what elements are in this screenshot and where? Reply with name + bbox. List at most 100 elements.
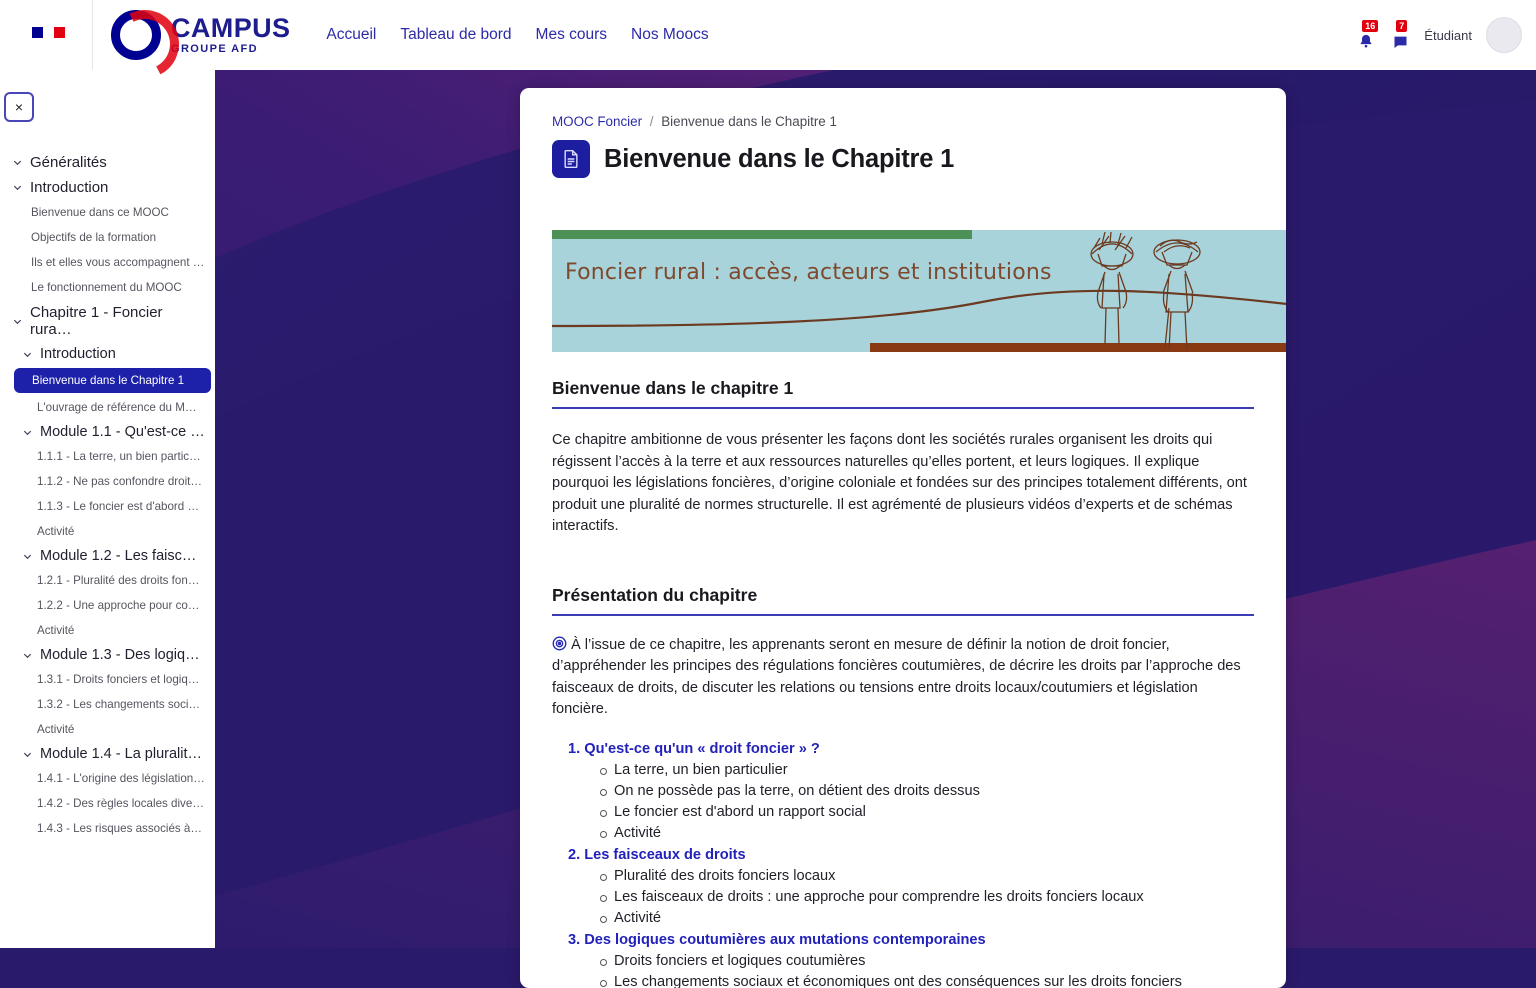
sidebar-item-bienvenue-chapitre-1[interactable]: Bienvenue dans le Chapitre 1 xyxy=(14,368,211,393)
sidebar-section-module-1-2-label: Module 1.2 - Les faisc… xyxy=(40,548,196,564)
sidebar-item-1-1-2[interactable]: 1.1.2 - Ne pas confondre droits d… xyxy=(0,469,215,494)
sidebar-item-activite-1-2[interactable]: Activité xyxy=(0,618,215,643)
brand-name: CAMPUS xyxy=(171,15,290,42)
breadcrumb-current: Bienvenue dans le Chapitre 1 xyxy=(661,114,837,129)
outline-item: Droits fonciers et logiques coutumières xyxy=(598,951,1254,972)
notifications-button[interactable]: 16 xyxy=(1356,20,1376,50)
course-tree: Généralités Introduction Bienvenue dans ce… xyxy=(0,150,215,841)
sidebar-item-activite-1-1[interactable]: Activité xyxy=(0,519,215,544)
breadcrumb-separator: / xyxy=(650,114,654,129)
user-role-label: Étudiant xyxy=(1424,28,1472,43)
outline-group-title: 2. Les faisceaux de droits xyxy=(568,845,1254,866)
nav-accueil[interactable]: Accueil xyxy=(326,26,376,44)
sidebar-section-module-1-4[interactable]: Module 1.4 - La pluralit… xyxy=(0,742,215,766)
banner-illustration xyxy=(552,230,1286,352)
sidebar-item-fonctionnement[interactable]: Le fonctionnement du MOOC xyxy=(0,275,215,300)
sidebar-section-chapitre-1-label: Chapitre 1 - Foncier rura… xyxy=(30,304,205,338)
target-icon xyxy=(552,636,567,651)
nav-mes-cours[interactable]: Mes cours xyxy=(536,26,608,44)
chevron-down-icon xyxy=(22,650,33,661)
sidebar-section-module-1-1[interactable]: Module 1.1 - Qu'est-ce … xyxy=(0,420,215,444)
nav-tableau-de-bord[interactable]: Tableau de bord xyxy=(400,26,511,44)
messages-button[interactable]: 7 xyxy=(1390,20,1410,50)
sidebar-item-1-2-2[interactable]: 1.2.2 - Une approche pour comp… xyxy=(0,593,215,618)
sidebar-section-generalites-label: Généralités xyxy=(30,154,107,171)
sidebar-item-objectifs[interactable]: Objectifs de la formation xyxy=(0,225,215,250)
chevron-down-icon xyxy=(22,427,33,438)
sidebar-section-module-1-4-label: Module 1.4 - La pluralit… xyxy=(40,746,202,762)
outline-sublist: Pluralité des droits fonciers locauxLes … xyxy=(598,866,1254,929)
section-paragraph-welcome: Ce chapitre ambitionne de vous présenter… xyxy=(552,430,1254,538)
sidebar-item-bienvenue-mooc[interactable]: Bienvenue dans ce MOOC xyxy=(0,200,215,225)
chapter-outline: 1. Qu'est-ce qu'un « droit foncier » ?La… xyxy=(552,739,1254,988)
sidebar-item-1-3-2[interactable]: 1.3.2 - Les changements sociau… xyxy=(0,692,215,717)
sidebar-item-1-1-3[interactable]: 1.1.3 - Le foncier est d'abord un r… xyxy=(0,494,215,519)
avatar[interactable] xyxy=(1486,17,1522,53)
sidebar-item-1-3-1[interactable]: 1.3.1 - Droits fonciers et logique… xyxy=(0,667,215,692)
outline-sublist: La terre, un bien particulierOn ne possè… xyxy=(598,760,1254,844)
chevron-down-icon xyxy=(12,157,23,168)
top-navigation-bar: CAMPUS GROUPE AFD Accueil Tableau de bor… xyxy=(0,0,1536,70)
bell-icon xyxy=(1358,33,1374,50)
sidebar-section-module-1-2[interactable]: Module 1.2 - Les faisc… xyxy=(0,544,215,568)
learning-objectives-text: À l’issue de ce chapitre, les apprenants… xyxy=(552,637,1241,718)
banner-title: Foncier rural : accès, acteurs et instit… xyxy=(565,260,1052,285)
sidebar-section-module-1-3[interactable]: Module 1.3 - Des logiq… xyxy=(0,643,215,667)
republique-francaise-logo xyxy=(0,0,92,70)
section-rule-2 xyxy=(552,614,1254,616)
campus-ring-icon xyxy=(111,10,161,60)
outline-group-title: 1. Qu'est-ce qu'un « droit foncier » ? xyxy=(568,739,1254,760)
chevron-down-icon xyxy=(22,349,33,360)
page-header: Bienvenue dans le Chapitre 1 xyxy=(552,140,1254,178)
sidebar-item-accompagnement[interactable]: Ils et elles vous accompagnent to… xyxy=(0,250,215,275)
french-flag-icon xyxy=(32,27,65,38)
section-heading-presentation: Présentation du chapitre xyxy=(552,585,1254,614)
nav-nos-moocs[interactable]: Nos Moocs xyxy=(631,26,709,44)
sidebar-section-module-1-1-label: Module 1.1 - Qu'est-ce … xyxy=(40,424,205,440)
messages-count-badge: 7 xyxy=(1396,20,1407,32)
sidebar-item-ouvrage-reference[interactable]: L'ouvrage de référence du MOOC xyxy=(0,395,215,420)
sidebar-item-activite-1-3[interactable]: Activité xyxy=(0,717,215,742)
breadcrumb-root-link[interactable]: MOOC Foncier xyxy=(552,114,642,129)
section-heading-welcome: Bienvenue dans le chapitre 1 xyxy=(552,378,1254,407)
header-user-area: 16 7 Étudiant xyxy=(1356,17,1536,53)
sidebar-section-introduction[interactable]: Introduction xyxy=(0,175,215,200)
outline-item: La terre, un bien particulier xyxy=(598,760,1254,781)
sidebar-item-1-4-2[interactable]: 1.4.2 - Des règles locales divers… xyxy=(0,791,215,816)
sidebar-item-1-4-1[interactable]: 1.4.1 - L'origine des législations f… xyxy=(0,766,215,791)
sidebar-item-1-1-1[interactable]: 1.1.1 - La terre, un bien particulier xyxy=(0,444,215,469)
learning-objectives-paragraph: À l’issue de ce chapitre, les apprenants… xyxy=(552,635,1254,721)
chevron-down-icon xyxy=(12,182,23,193)
chevron-down-icon xyxy=(22,551,33,562)
outline-item: Le foncier est d'abord un rapport social xyxy=(598,802,1254,823)
outline-item: On ne possède pas la terre, on détient d… xyxy=(598,781,1254,802)
campus-logo-link[interactable]: CAMPUS GROUPE AFD xyxy=(111,10,290,60)
chevron-down-icon xyxy=(12,316,23,327)
chevron-down-icon xyxy=(22,749,33,760)
sidebar-section-chapitre-1[interactable]: Chapitre 1 - Foncier rura… xyxy=(0,300,215,342)
outline-item: Pluralité des droits fonciers locaux xyxy=(598,866,1254,887)
sidebar-section-chap1-introduction[interactable]: Introduction xyxy=(0,342,215,366)
sidebar-item-1-4-3[interactable]: 1.4.3 - Les risques associés à la … xyxy=(0,816,215,841)
sidebar-section-generalites[interactable]: Généralités xyxy=(0,150,215,175)
sidebar-item-1-2-1[interactable]: 1.2.1 - Pluralité des droits foncie… xyxy=(0,568,215,593)
main-nav: Accueil Tableau de bord Mes cours Nos Mo… xyxy=(326,26,708,44)
sidebar-section-module-1-3-label: Module 1.3 - Des logiq… xyxy=(40,647,200,663)
section-rule-1 xyxy=(552,407,1254,409)
header-divider xyxy=(92,0,93,70)
page-title: Bienvenue dans le Chapitre 1 xyxy=(604,145,954,174)
outline-item: Les faisceaux de droits : une approche p… xyxy=(598,887,1254,908)
chat-bubble-icon xyxy=(1392,34,1409,50)
outline-item: Les changements sociaux et économiques o… xyxy=(598,972,1254,988)
close-sidebar-button[interactable]: × xyxy=(4,92,34,122)
outline-group-title: 3. Des logiques coutumières aux mutation… xyxy=(568,930,1254,951)
chapter-banner-image: Foncier rural : accès, acteurs et instit… xyxy=(552,230,1286,352)
course-outline-sidebar: × Généralités Introduction Bienvenue dans … xyxy=(0,70,215,948)
notifications-count-badge: 16 xyxy=(1362,20,1378,32)
outline-item: Activité xyxy=(598,823,1254,844)
document-icon xyxy=(552,140,590,178)
outline-item: Activité xyxy=(598,908,1254,929)
sidebar-section-introduction-label: Introduction xyxy=(30,179,108,196)
brand-subtitle: GROUPE AFD xyxy=(171,44,290,55)
sidebar-section-chap1-introduction-label: Introduction xyxy=(40,346,116,362)
